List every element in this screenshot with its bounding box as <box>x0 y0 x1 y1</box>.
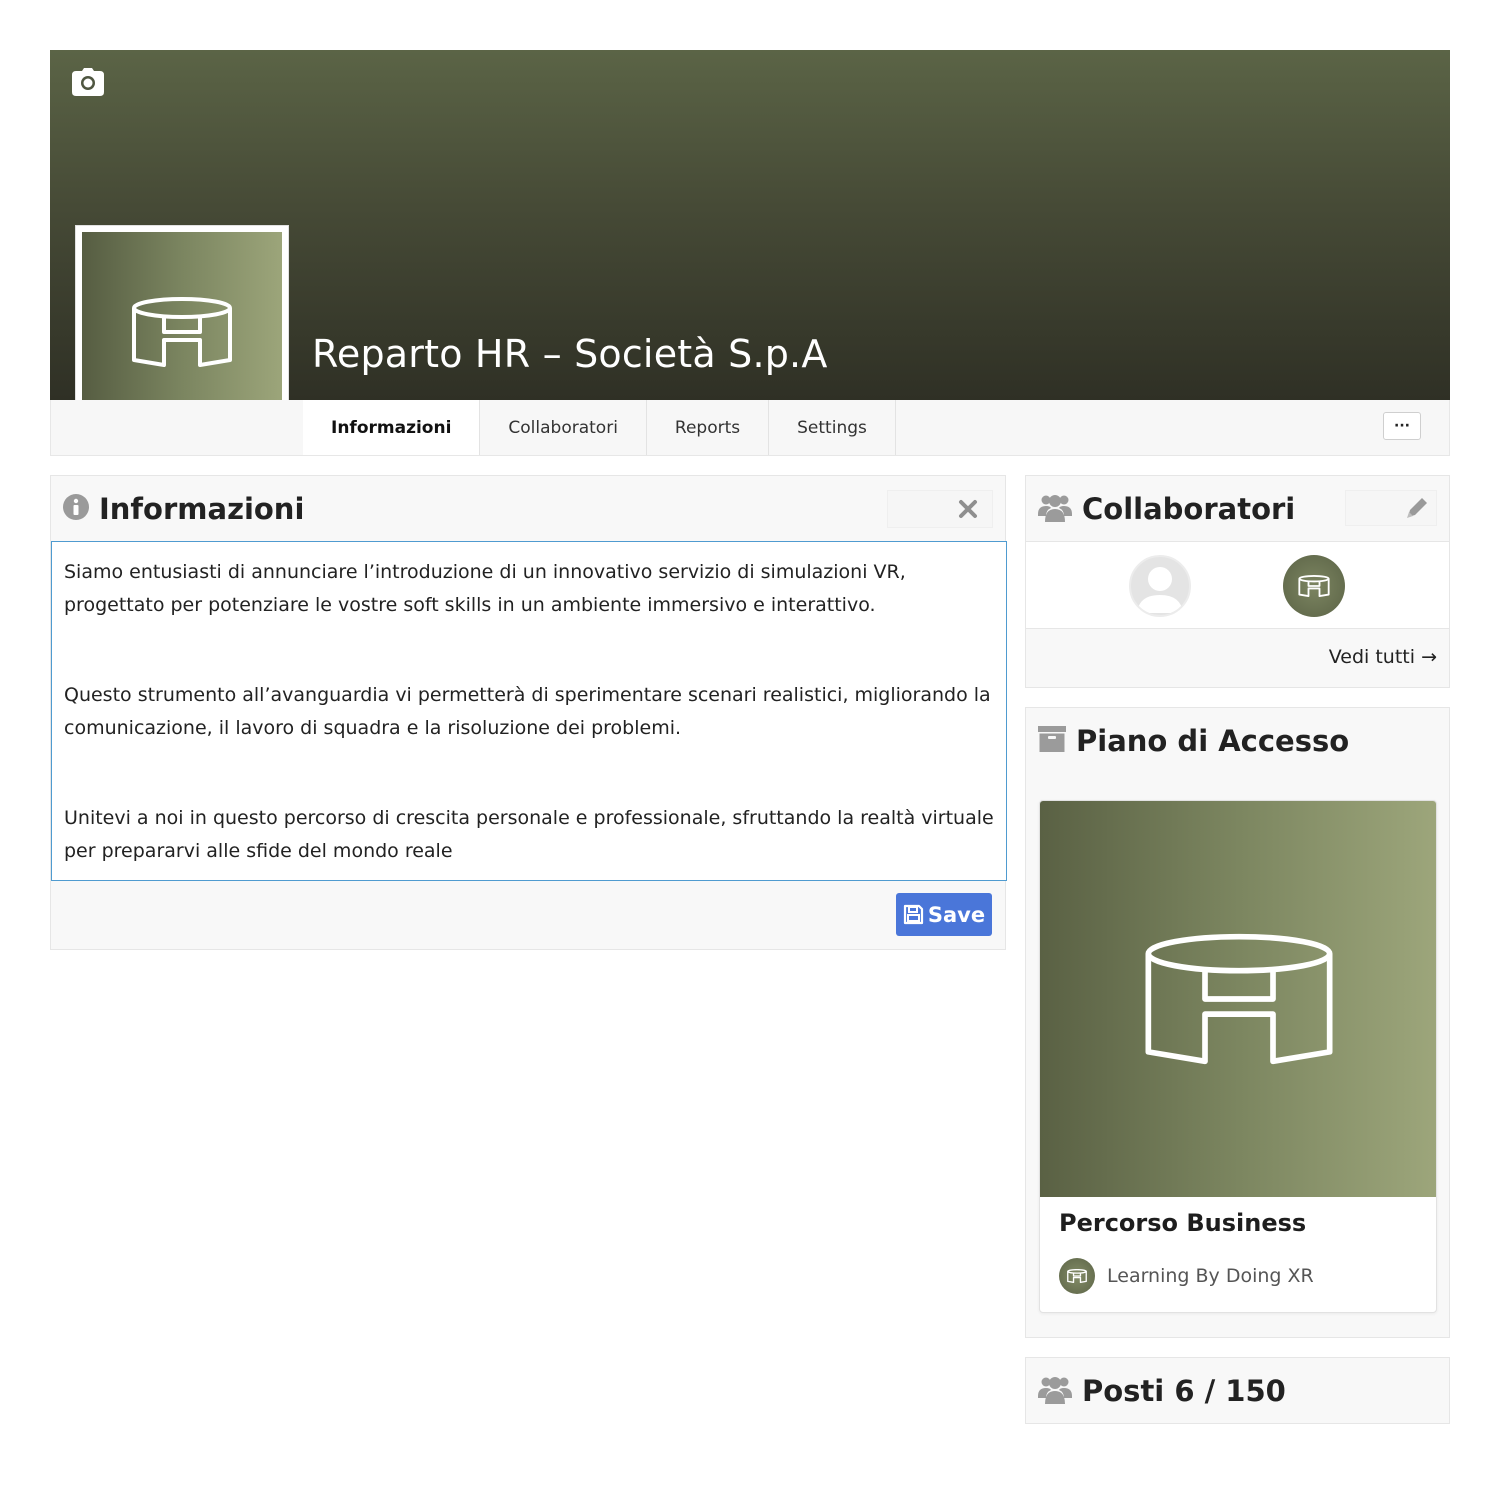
close-icon <box>959 500 977 518</box>
pencil-icon <box>1407 498 1427 518</box>
tab-collaboratori[interactable]: Collaboratori <box>480 400 647 455</box>
collaborators-title: Collaboratori <box>1082 491 1296 526</box>
edit-collaborators-button[interactable] <box>1345 490 1437 526</box>
users-icon <box>1038 1374 1072 1408</box>
access-plan-panel: Piano di Accesso Percorso Business Learn… <box>1025 707 1450 1338</box>
floppy-disk-icon <box>903 904 923 925</box>
access-plan-title: Piano di Accesso <box>1076 723 1350 758</box>
vr-headset-logo <box>1145 933 1333 1065</box>
users-icon <box>1038 492 1072 526</box>
archive-icon <box>1038 725 1066 756</box>
save-label: Save <box>927 902 986 927</box>
camera-icon[interactable] <box>72 68 106 98</box>
close-button[interactable] <box>887 490 993 528</box>
tab-settings[interactable]: Settings <box>769 400 896 455</box>
description-paragraph: Unitevi a noi in questo percorso di cres… <box>64 807 994 862</box>
see-all-link[interactable]: Vedi tutti → <box>1329 646 1437 668</box>
collaborator-avatar[interactable] <box>1283 555 1345 617</box>
seats-count: Posti 6 / 150 <box>1082 1373 1286 1408</box>
save-button[interactable]: Save <box>896 893 992 936</box>
collaborator-avatar[interactable] <box>1129 555 1191 617</box>
page-title: Reparto HR – Società S.p.A <box>312 332 828 376</box>
tab-reports[interactable]: Reports <box>647 400 770 455</box>
vr-headset-logo <box>1298 575 1330 597</box>
org-avatar <box>1059 1258 1095 1294</box>
description-editor[interactable]: Siamo entusiasti di annunciare l’introdu… <box>51 541 1007 881</box>
plan-card[interactable]: Percorso Business Learning By Doing XR <box>1039 800 1437 1313</box>
info-panel-title: Informazioni <box>99 492 305 526</box>
collaborators-panel: Collaboratori Vedi tutti → <box>1025 475 1450 688</box>
vr-headset-logo <box>132 297 232 367</box>
tab-informazioni[interactable]: Informazioni <box>303 400 481 455</box>
info-panel: Informazioni Siamo entusiasti di annunci… <box>50 475 1007 950</box>
info-circle-icon <box>63 494 89 524</box>
description-paragraph: Questo strumento all’avanguardia vi perm… <box>64 684 991 739</box>
vr-headset-logo <box>1067 1269 1087 1283</box>
plan-name: Percorso Business <box>1059 1209 1307 1237</box>
description-paragraph: Siamo entusiasti di annunciare l’introdu… <box>64 561 906 616</box>
org-name: Learning By Doing XR <box>1107 1265 1314 1287</box>
user-placeholder-icon <box>1137 567 1183 613</box>
more-options-button[interactable]: ··· <box>1383 412 1421 440</box>
seats-panel: Posti 6 / 150 <box>1025 1357 1450 1424</box>
group-navbar: Informazioni Collaboratori Reports Setti… <box>50 400 1450 456</box>
